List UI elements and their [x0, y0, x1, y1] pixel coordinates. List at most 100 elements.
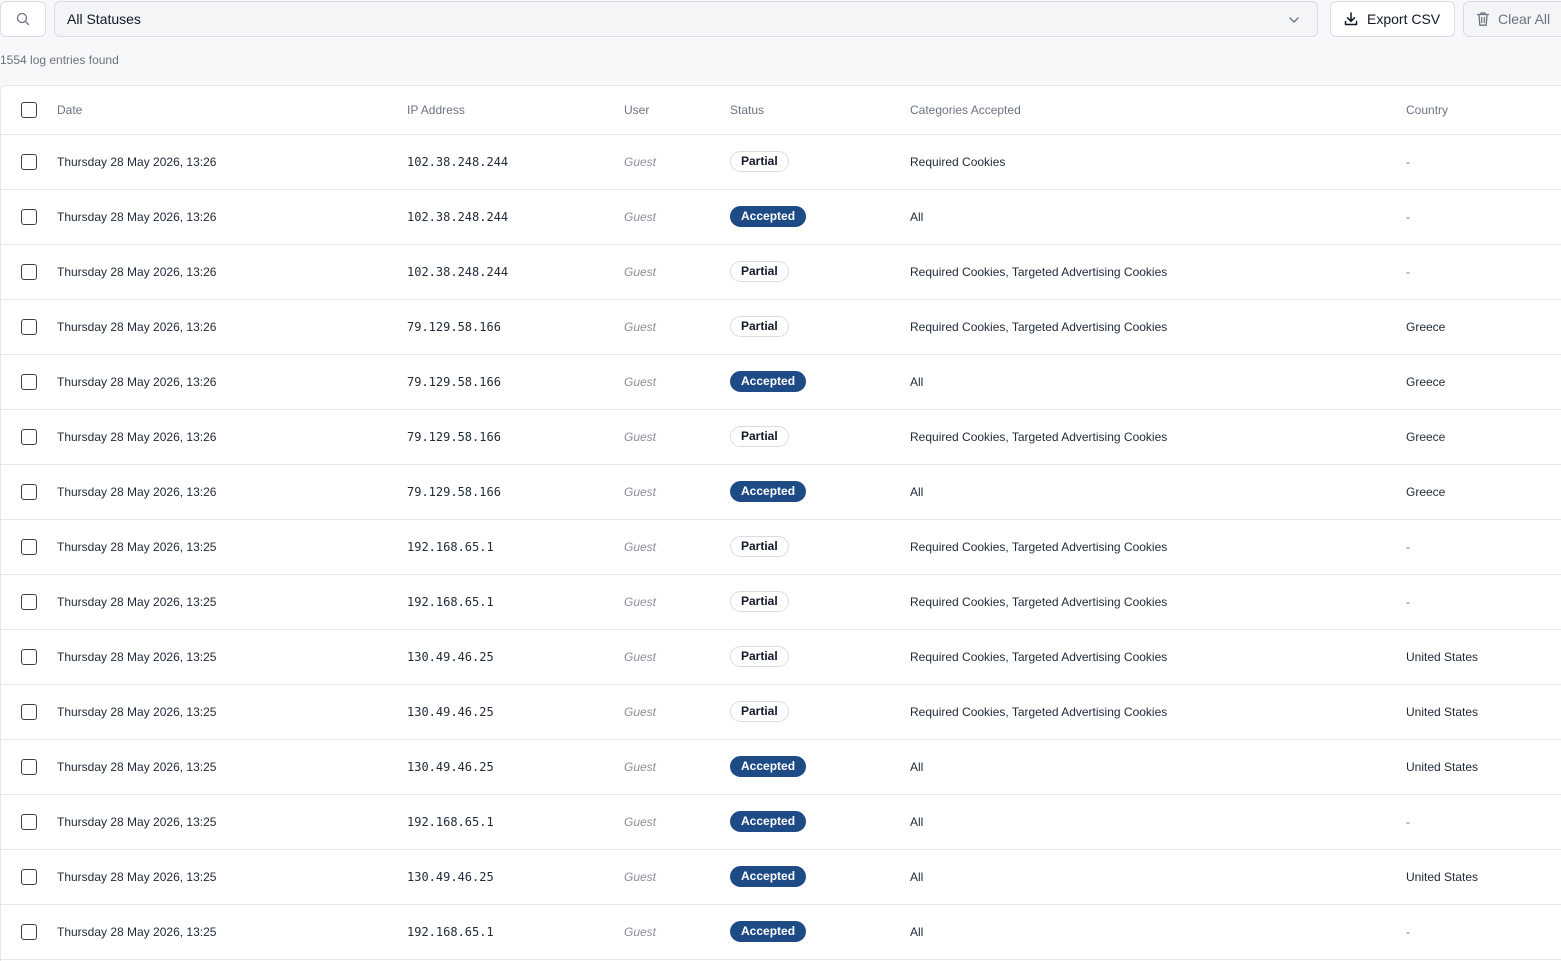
cell-categories: Required Cookies: [910, 154, 1006, 169]
table-header-row: Date IP Address User Status Categories A…: [1, 86, 1561, 134]
row-checkbox[interactable]: [21, 923, 37, 940]
row-select-cell: [1, 629, 57, 684]
cell-country: United States: [1406, 759, 1479, 774]
table-row[interactable]: Thursday 28 May 2026, 13:25 192.168.65.1 G…: [1, 574, 1561, 629]
column-header-categories[interactable]: Categories Accepted: [910, 86, 1406, 134]
cell-country: Greece: [1406, 374, 1446, 389]
status-badge: Partial: [730, 536, 789, 557]
cell-country: -: [1406, 814, 1410, 829]
entries-count: 1554 log entries found: [0, 53, 119, 67]
cell-status: Partial: [730, 299, 910, 354]
row-checkbox[interactable]: [21, 538, 37, 555]
table-row[interactable]: Thursday 28 May 2026, 13:25 130.49.46.25 G…: [1, 629, 1561, 684]
cell-date: Thursday 28 May 2026, 13:26: [57, 154, 217, 169]
table-row[interactable]: Thursday 28 May 2026, 13:26 102.38.248.24…: [1, 134, 1561, 189]
cell-user: Guest: [624, 869, 657, 884]
cell-user: Guest: [624, 594, 657, 609]
cell-categories: Required Cookies, Targeted Advertising C…: [910, 594, 1168, 609]
cell-categories: All: [910, 374, 924, 389]
cell-ip: 192.168.65.1: [407, 814, 494, 829]
row-checkbox[interactable]: [21, 263, 37, 280]
status-badge: Accepted: [730, 866, 807, 887]
status-badge: Partial: [730, 591, 789, 612]
row-checkbox[interactable]: [21, 868, 37, 885]
table-row[interactable]: Thursday 28 May 2026, 13:26 79.129.58.166…: [1, 409, 1561, 464]
table-row[interactable]: Thursday 28 May 2026, 13:25 130.49.46.25 G…: [1, 739, 1561, 794]
cell-user: Guest: [624, 704, 657, 719]
cell-categories: Required Cookies, Targeted Advertising C…: [910, 264, 1168, 279]
cell-status: Partial: [730, 134, 910, 189]
row-checkbox[interactable]: [21, 593, 37, 610]
row-checkbox[interactable]: [21, 318, 37, 335]
row-checkbox[interactable]: [21, 483, 37, 500]
cell-ip: 79.129.58.166: [407, 374, 501, 389]
table-row[interactable]: Thursday 28 May 2026, 13:25 192.168.65.1 G…: [1, 794, 1561, 849]
row-select-cell: [1, 684, 57, 739]
cell-date: Thursday 28 May 2026, 13:25: [57, 704, 217, 719]
search-icon: [16, 12, 30, 26]
row-checkbox[interactable]: [21, 813, 37, 830]
column-header-status[interactable]: Status: [730, 86, 910, 134]
cell-user: Guest: [624, 759, 657, 774]
cell-status: Accepted: [730, 354, 910, 409]
cell-ip: 79.129.58.166: [407, 484, 501, 499]
table-row[interactable]: Thursday 28 May 2026, 13:26 79.129.58.166…: [1, 299, 1561, 354]
cell-status: Partial: [730, 409, 910, 464]
status-badge: Accepted: [730, 756, 807, 777]
cell-country: United States: [1406, 704, 1479, 719]
cell-date: Thursday 28 May 2026, 13:25: [57, 814, 217, 829]
cell-categories: Required Cookies, Targeted Advertising C…: [910, 539, 1168, 554]
table-row[interactable]: Thursday 28 May 2026, 13:25 192.168.65.1 G…: [1, 904, 1561, 959]
cell-status: Accepted: [730, 794, 910, 849]
table-row[interactable]: Thursday 28 May 2026, 13:26 102.38.248.24…: [1, 244, 1561, 299]
export-csv-button[interactable]: Export CSV: [1330, 1, 1455, 37]
table-row[interactable]: Thursday 28 May 2026, 13:25 192.168.65.1 G…: [1, 519, 1561, 574]
cell-status: Partial: [730, 574, 910, 629]
row-checkbox[interactable]: [21, 153, 37, 170]
export-csv-label: Export CSV: [1367, 11, 1441, 27]
search-button[interactable]: [0, 1, 46, 37]
cell-date: Thursday 28 May 2026, 13:25: [57, 924, 217, 939]
status-filter-value: All Statuses: [67, 11, 141, 27]
column-header-ip[interactable]: IP Address: [407, 86, 624, 134]
row-checkbox[interactable]: [21, 758, 37, 775]
cell-ip: 130.49.46.25: [407, 649, 494, 664]
cell-ip: 79.129.58.166: [407, 319, 501, 334]
table-row[interactable]: Thursday 28 May 2026, 13:25 130.49.46.25 G…: [1, 849, 1561, 904]
clear-all-button[interactable]: Clear All: [1463, 1, 1561, 37]
row-checkbox[interactable]: [21, 428, 37, 445]
select-all-checkbox[interactable]: [21, 101, 37, 118]
cell-status: Partial: [730, 684, 910, 739]
row-checkbox[interactable]: [21, 703, 37, 720]
row-checkbox[interactable]: [21, 373, 37, 390]
log-table-container: Date IP Address User Status Categories A…: [0, 85, 1561, 961]
cell-country: -: [1406, 539, 1410, 554]
status-filter-select[interactable]: All Statuses: [54, 1, 1318, 37]
row-checkbox[interactable]: [21, 208, 37, 225]
cell-date: Thursday 28 May 2026, 13:25: [57, 539, 217, 554]
cell-country: United States: [1406, 649, 1479, 664]
cell-user: Guest: [624, 319, 657, 334]
cell-ip: 130.49.46.25: [407, 704, 494, 719]
cell-ip: 130.49.46.25: [407, 759, 494, 774]
table-row[interactable]: Thursday 28 May 2026, 13:26 102.38.248.24…: [1, 189, 1561, 244]
cell-ip: 102.38.248.244: [407, 154, 509, 169]
cell-categories: Required Cookies, Targeted Advertising C…: [910, 704, 1168, 719]
cell-date: Thursday 28 May 2026, 13:26: [57, 319, 217, 334]
cell-categories: All: [910, 814, 924, 829]
column-header-country[interactable]: Country: [1406, 86, 1561, 134]
row-select-cell: [1, 849, 57, 904]
table-row[interactable]: Thursday 28 May 2026, 13:26 79.129.58.166…: [1, 464, 1561, 519]
status-badge: Accepted: [730, 371, 807, 392]
table-row[interactable]: Thursday 28 May 2026, 13:25 130.49.46.25 G…: [1, 684, 1561, 739]
status-badge: Accepted: [730, 921, 807, 942]
cell-date: Thursday 28 May 2026, 13:26: [57, 209, 217, 224]
column-header-user[interactable]: User: [624, 86, 730, 134]
column-header-date[interactable]: Date: [57, 86, 407, 134]
table-row[interactable]: Thursday 28 May 2026, 13:26 79.129.58.166…: [1, 354, 1561, 409]
trash-icon: [1476, 12, 1490, 26]
row-checkbox[interactable]: [21, 648, 37, 665]
table-body: Thursday 28 May 2026, 13:26 102.38.248.24…: [1, 134, 1561, 959]
row-select-cell: [1, 519, 57, 574]
cell-categories: Required Cookies, Targeted Advertising C…: [910, 649, 1168, 664]
